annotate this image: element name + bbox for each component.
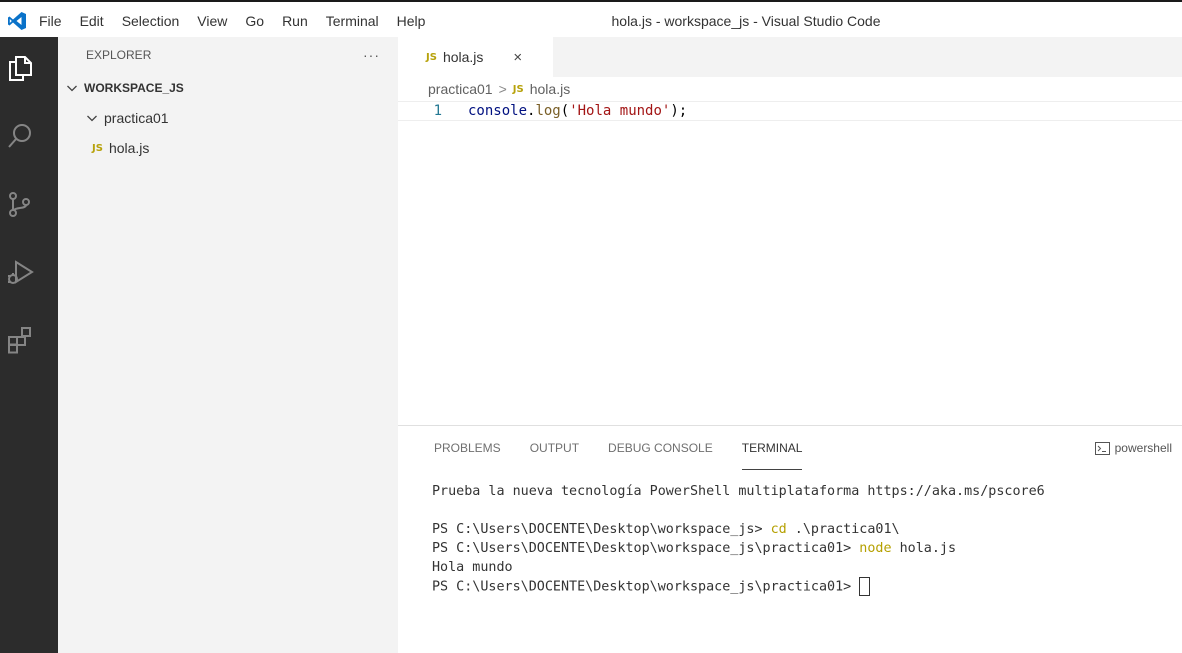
chevron-right-icon: > [498, 81, 507, 97]
terminal-command: cd [770, 522, 787, 537]
code-token-function: log [535, 103, 561, 119]
explorer-header: EXPLORER ··· [58, 37, 398, 73]
code-token-open: ( [560, 103, 570, 119]
folder-practica01[interactable]: practica01 [58, 103, 398, 133]
terminal-banner: Prueba la nueva tecnología PowerShell mu… [432, 484, 1045, 499]
menu-run[interactable]: Run [273, 4, 317, 37]
bottom-panel: PROBLEMS OUTPUT DEBUG CONSOLE TERMINAL p… [398, 425, 1182, 653]
tab-problems[interactable]: PROBLEMS [434, 426, 501, 470]
terminal-line: PS C:\Users\DOCENTE\Desktop\workspace_js… [432, 577, 1182, 596]
title-bar: File Edit Selection View Go Run Terminal… [0, 4, 1182, 37]
terminal-program-output: Hola mundo [432, 560, 513, 575]
js-file-icon: JS [92, 142, 103, 154]
more-actions-icon[interactable]: ··· [363, 47, 380, 63]
tab-output[interactable]: OUTPUT [530, 426, 579, 470]
terminal-cursor [859, 577, 871, 596]
breadcrumb-file[interactable]: hola.js [530, 81, 570, 97]
terminal-argument: hola.js [891, 541, 957, 556]
js-file-icon: JS [426, 51, 437, 63]
menu-terminal[interactable]: Terminal [317, 4, 388, 37]
breadcrumb: practica01 > JS hola.js [398, 77, 1182, 101]
activity-bar [0, 37, 58, 653]
line-number: 1 [433, 103, 442, 119]
chevron-down-icon [64, 80, 80, 96]
folder-label: practica01 [104, 110, 169, 126]
menu-go[interactable]: Go [236, 4, 273, 37]
vscode-window: File Edit Selection View Go Run Terminal… [0, 0, 1182, 653]
explorer-title: EXPLORER [86, 48, 152, 62]
js-file-icon: JS [512, 83, 524, 95]
tab-debug-console[interactable]: DEBUG CONSOLE [608, 426, 713, 470]
terminal-prompt: PS C:\Users\DOCENTE\Desktop\workspace_js… [432, 541, 860, 556]
editor-tabs: JS hola.js × [398, 37, 1182, 77]
terminal-line: PS C:\Users\DOCENTE\Desktop\workspace_js… [432, 520, 1182, 539]
tab-hola-js[interactable]: JS hola.js × [398, 37, 553, 77]
panel-tabs: PROBLEMS OUTPUT DEBUG CONSOLE TERMINAL p… [398, 426, 1182, 470]
files-icon[interactable] [0, 39, 58, 97]
menu-help[interactable]: Help [388, 4, 435, 37]
menu-edit[interactable]: Edit [71, 4, 113, 37]
workspace-root[interactable]: WORKSPACE_JS [58, 73, 398, 103]
menu-view[interactable]: View [188, 4, 236, 37]
menu-selection[interactable]: Selection [113, 4, 189, 37]
run-debug-icon[interactable] [0, 243, 58, 301]
tab-label: hola.js [442, 49, 484, 65]
editor-area: JS hola.js × practica01 > JS hola.js 1 c… [398, 37, 1182, 425]
code-token-object: console [468, 103, 528, 119]
tab-terminal[interactable]: TERMINAL [741, 426, 802, 470]
source-control-icon[interactable] [0, 175, 58, 233]
code-line[interactable]: 1 console.log('Hola mundo'); [398, 101, 1182, 121]
close-icon[interactable]: × [513, 49, 522, 66]
code-token-close: ); [670, 103, 688, 119]
workspace-label: WORKSPACE_JS [84, 81, 184, 95]
terminal-prompt: PS C:\Users\DOCENTE\Desktop\workspace_js… [432, 579, 860, 595]
file-hola-js[interactable]: JS hola.js [58, 133, 398, 163]
file-label: hola.js [108, 140, 150, 156]
terminal-type-label: powershell [1114, 441, 1172, 455]
code-token-string: 'Hola mundo' [569, 103, 671, 119]
extensions-icon[interactable] [0, 311, 58, 369]
menu-bar: File Edit Selection View Go Run Terminal… [34, 4, 434, 37]
code-text: console.log('Hola mundo'); [468, 103, 687, 119]
explorer-sidebar: EXPLORER ··· WORKSPACE_JS practica01 JS … [58, 37, 398, 653]
terminal-line: PS C:\Users\DOCENTE\Desktop\workspace_js… [432, 539, 1182, 558]
chevron-down-icon [84, 110, 100, 126]
menu-file[interactable]: File [34, 4, 71, 37]
breadcrumb-folder[interactable]: practica01 [428, 81, 493, 97]
terminal-icon [1094, 441, 1110, 455]
terminal-output[interactable]: Prueba la nueva tecnología PowerShell mu… [398, 470, 1182, 596]
vscode-logo-icon [0, 4, 34, 37]
terminal-command: node [859, 541, 892, 556]
terminal-argument: .\practica01\ [786, 522, 900, 537]
terminal-selector[interactable]: powershell [1094, 426, 1172, 470]
terminal-prompt: PS C:\Users\DOCENTE\Desktop\workspace_js… [432, 522, 771, 537]
search-icon[interactable] [0, 107, 58, 165]
